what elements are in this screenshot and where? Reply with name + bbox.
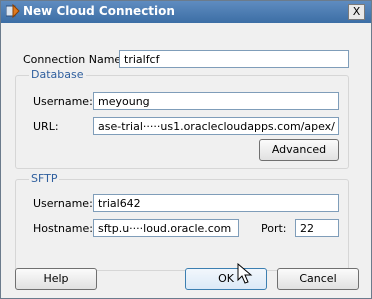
database-username-label: Username: xyxy=(33,95,93,108)
mouse-cursor-icon xyxy=(237,263,253,284)
dialog-window: New Cloud Connection X Connection Name: … xyxy=(0,0,372,299)
database-url-label: URL: xyxy=(33,120,59,133)
database-username-input[interactable]: meyoung xyxy=(93,92,339,110)
database-url-input[interactable]: ase-trial·····us1.oraclecloudapps.com/ap… xyxy=(93,117,339,135)
title-bar[interactable]: New Cloud Connection X xyxy=(1,1,371,23)
advanced-button[interactable]: Advanced xyxy=(259,139,339,161)
connection-name-label: Connection Name: xyxy=(23,53,125,66)
sftp-hostname-input[interactable]: sftp.u····loud.oracle.com xyxy=(93,219,239,237)
sftp-port-input[interactable]: 22 xyxy=(295,219,339,237)
sftp-port-label: Port: xyxy=(261,222,287,235)
database-group-title: Database xyxy=(29,68,86,81)
sftp-username-label: Username: xyxy=(33,197,93,210)
connection-name-input[interactable]: trialfcf xyxy=(119,50,349,68)
app-icon xyxy=(6,4,20,18)
sftp-group-title: SFTP xyxy=(29,172,60,185)
window-title: New Cloud Connection xyxy=(23,4,175,18)
help-button[interactable]: Help xyxy=(15,268,97,290)
sftp-username-input[interactable]: trial642 xyxy=(93,194,339,212)
sftp-hostname-label: Hostname: xyxy=(33,222,93,235)
close-button[interactable]: X xyxy=(348,4,365,20)
dialog-body: Connection Name: trialfcf Database Usern… xyxy=(1,23,371,298)
cancel-button[interactable]: Cancel xyxy=(277,268,359,290)
